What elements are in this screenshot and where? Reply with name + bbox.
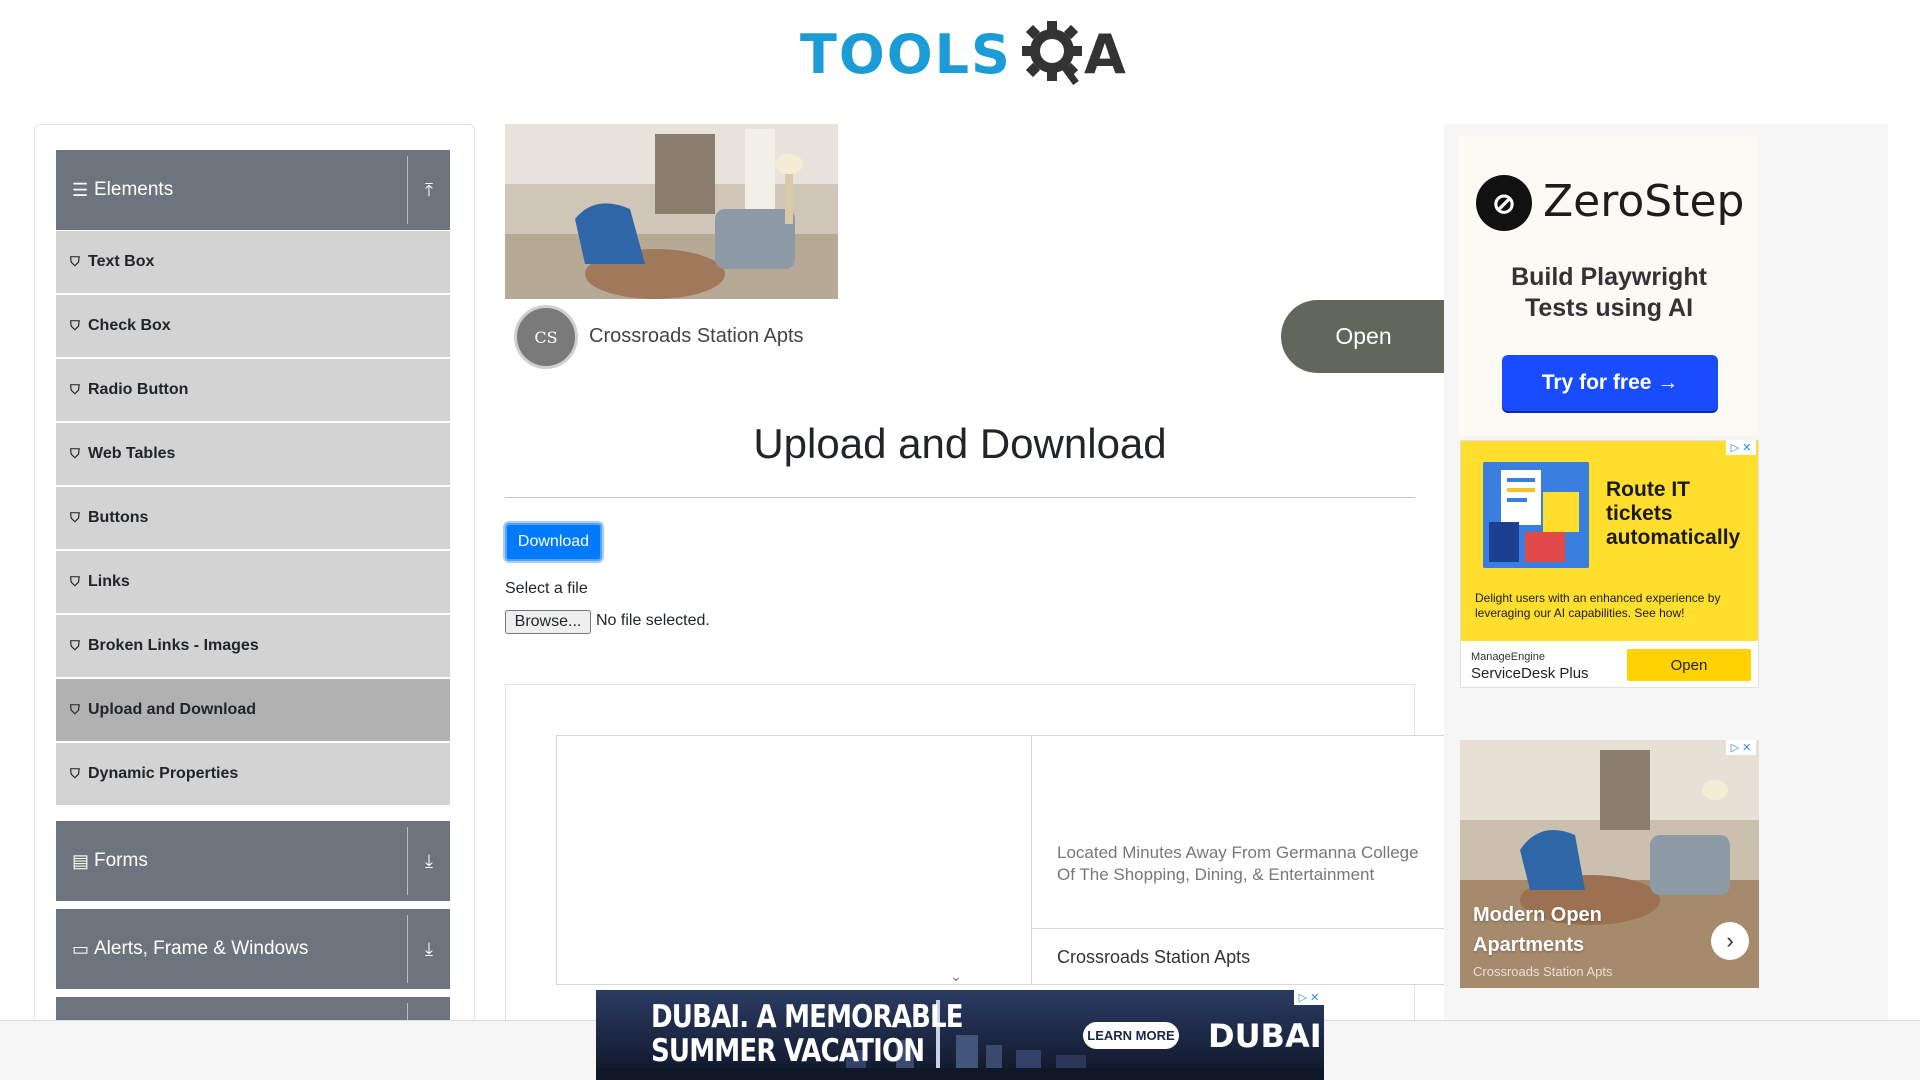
browse-file-button[interactable]: Browse... (505, 610, 591, 634)
ad-advertiser-name[interactable]: Crossroads Station Apts (589, 325, 804, 348)
apartments-ad-advertiser: Crossroads Station Apts (1473, 964, 1613, 979)
sidebar-item-label: Text Box (88, 253, 155, 270)
download-button[interactable]: Download (505, 523, 602, 561)
try-for-free-button[interactable]: Try for free → (1502, 355, 1718, 411)
sidebar-item-label: Dynamic Properties (88, 765, 239, 782)
html5-icon: ⛉ (70, 766, 80, 781)
zerostep-name: ZeroStep (1543, 176, 1745, 227)
adchoices-icon[interactable]: ▷ ✕ (1726, 740, 1756, 755)
sidebar-item-label: Check Box (88, 317, 171, 334)
chevron-down-icon[interactable]: ⌄ (950, 968, 962, 985)
html5-icon: ⛉ (70, 702, 80, 717)
group-elements[interactable]: ☰ Elements ⤒ (56, 150, 450, 230)
sidebar-item-label: Buttons (88, 509, 149, 526)
sidebar-item-broken-links[interactable]: ⛉ Broken Links - Images (56, 615, 450, 677)
apartment-ad-image[interactable] (505, 124, 838, 299)
zerostep-tagline: Build Playwright Tests using AI (1459, 262, 1759, 324)
collapse-up-icon[interactable]: ⤒ (408, 180, 450, 201)
adchoices-icon[interactable]: ▷ ✕ (1726, 440, 1756, 455)
group-label: Forms (94, 850, 148, 871)
apartments-ad-title: Modern Open Apartments (1473, 900, 1602, 960)
html5-icon: ⛉ (70, 638, 80, 653)
dubai-brand: DUBAI (1208, 1017, 1322, 1055)
headline-line: SUMMER VACATION (651, 1033, 925, 1069)
sidebar-item-label: Upload and Download (88, 701, 256, 718)
chevron-right-icon[interactable]: › (1711, 922, 1749, 960)
sidebar-item-buttons[interactable]: ⛉ Buttons (56, 487, 450, 549)
group-label: Elements (94, 179, 174, 200)
html5-icon: ⛉ (70, 574, 80, 589)
content-ad-line: Of The Shopping, Dining, & Entertainment (1057, 865, 1375, 884)
html5-icon: ⛉ (70, 382, 80, 397)
sidebar-item-radio-button[interactable]: ⛉ Radio Button (56, 359, 450, 421)
title-line: Modern Open (1473, 904, 1602, 926)
tagline-line: Tests using AI (1524, 294, 1694, 322)
divider (1031, 735, 1032, 985)
group-label: Alerts, Frame & Windows (94, 938, 309, 959)
expand-down-icon[interactable]: ⤓ (408, 939, 450, 960)
html5-icon: ⛉ (70, 510, 80, 525)
left-panel: ☰ Elements ⤒ ⛉ Text Box ⛉ Check Box ⛉ Ra… (34, 124, 475, 1024)
logo-a-text: A (1083, 22, 1126, 86)
adchoices-icon[interactable]: ▷ ✕ (1294, 990, 1324, 1005)
dubai-ad-headline: DUBAI. A MEMORABLE SUMMER VACATION (651, 999, 964, 1069)
title-line: Route IT (1606, 478, 1690, 501)
html5-icon: ⛉ (70, 318, 80, 333)
title-line: automatically (1606, 526, 1741, 549)
logo-tools-text: TOOLS (800, 22, 1012, 86)
content-ad-line: Located Minutes Away From Germanna Colle… (1057, 843, 1419, 862)
document-icon: ▤ (72, 850, 90, 871)
title-line: Apartments (1473, 934, 1585, 956)
gear-icon (1021, 21, 1082, 86)
content-ad-description[interactable]: Located Minutes Away From Germanna Colle… (1057, 842, 1447, 886)
manageengine-brand: ManageEngine (1471, 651, 1546, 663)
group-alerts-frame-windows[interactable]: ▭ Alerts, Frame & Windows ⤓ (56, 909, 450, 989)
sidebar-item-label: Broken Links - Images (88, 637, 259, 654)
select-file-label: Select a file (505, 580, 588, 597)
sidebar-item-upload-download[interactable]: ⛉ Upload and Download (56, 679, 450, 741)
tagline-line: Build Playwright (1511, 263, 1707, 291)
manageengine-description: Delight users with an enhanced experienc… (1475, 591, 1721, 620)
ad-open-button[interactable]: Open (1281, 300, 1446, 373)
sidebar-item-text-box[interactable]: ⛉ Text Box (56, 231, 450, 293)
sidebar-item-label: Radio Button (88, 381, 189, 398)
divider (505, 497, 1415, 498)
servicedesk-product: ServiceDesk Plus (1471, 665, 1589, 682)
sidebar-item-dynamic-properties[interactable]: ⛉ Dynamic Properties (56, 743, 450, 805)
sidebar-item-links[interactable]: ⛉ Links (56, 551, 450, 613)
content-ad-name[interactable]: Crossroads Station Apts (1057, 947, 1250, 968)
divider (1031, 928, 1446, 929)
crossroads-logo: CS (514, 305, 578, 369)
title-line: tickets (1606, 502, 1673, 525)
expand-down-icon[interactable]: ⤓ (408, 851, 450, 872)
html5-icon: ⛉ (70, 446, 80, 461)
learn-more-button[interactable]: LEARN MORE (1083, 1022, 1179, 1049)
page-title: Upload and Download (753, 420, 1167, 467)
menu-icon: ☰ (72, 179, 89, 200)
headline-line: DUBAI. A MEMORABLE (651, 999, 964, 1035)
html5-icon: ⛉ (70, 254, 80, 269)
ticket-illustration (1483, 462, 1589, 568)
sidebar-item-label: Web Tables (88, 445, 176, 462)
sidebar-item-check-box[interactable]: ⛉ Check Box (56, 295, 450, 357)
manageengine-open-button[interactable]: Open (1627, 649, 1751, 681)
zerostep-logo-icon: ⊘ (1476, 175, 1532, 231)
group-forms[interactable]: ▤ Forms ⤓ (56, 821, 450, 901)
manageengine-title: Route IT tickets automatically (1606, 478, 1740, 550)
toolsqa-logo[interactable]: TOOLS A (800, 14, 1130, 94)
sidebar-item-label: Links (88, 573, 130, 590)
sidebar-item-web-tables[interactable]: ⛉ Web Tables (56, 423, 450, 485)
window-icon: ▭ (72, 938, 90, 959)
file-status-text: No file selected. (596, 612, 710, 629)
